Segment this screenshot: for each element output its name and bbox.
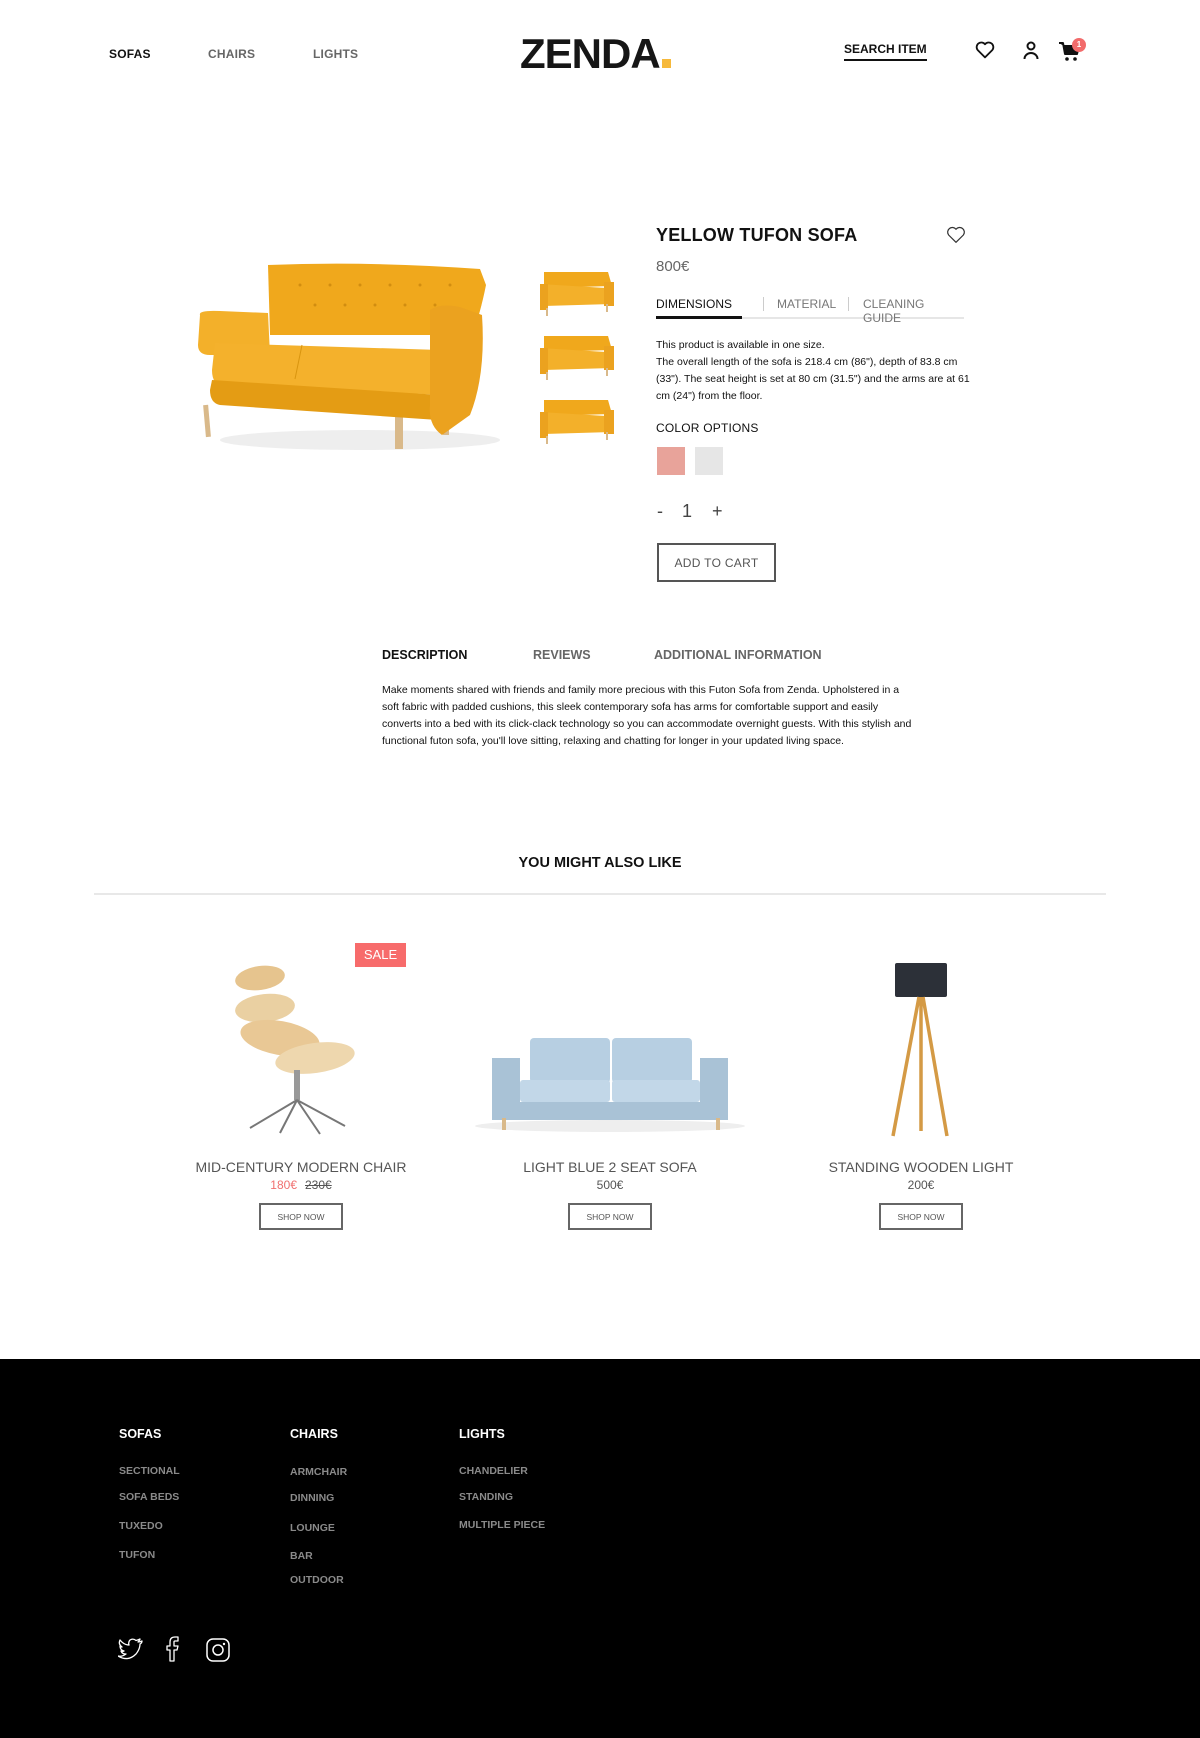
logo-dot bbox=[661, 59, 671, 68]
dimensions-line-2: The overall length of the sofa is 218.4 … bbox=[656, 356, 970, 402]
tab-dimensions[interactable]: DIMENSIONS bbox=[656, 297, 732, 311]
product-card-name[interactable]: MID-CENTURY MODERN CHAIR bbox=[141, 1159, 461, 1175]
footer-link[interactable]: TUXEDO bbox=[119, 1520, 163, 1532]
footer-link[interactable]: STANDING bbox=[459, 1491, 513, 1503]
tab-description[interactable]: DESCRIPTION bbox=[382, 648, 467, 662]
quantity-increase-button[interactable]: + bbox=[712, 501, 723, 522]
thumbnail-2[interactable] bbox=[536, 330, 618, 387]
shop-now-button[interactable]: SHOP NOW bbox=[879, 1203, 963, 1230]
original-price: 230€ bbox=[305, 1178, 332, 1192]
add-to-cart-button[interactable]: ADD TO CART bbox=[657, 543, 776, 582]
dimensions-line-1: This product is available in one size. bbox=[656, 339, 825, 351]
color-swatch-pink[interactable] bbox=[657, 447, 685, 475]
footer-link[interactable]: SOFA BEDS bbox=[119, 1491, 179, 1503]
footer-link[interactable]: MULTIPLE PIECE bbox=[459, 1519, 545, 1531]
site-footer: SOFAS SECTIONAL SOFA BEDS TUXEDO TUFON C… bbox=[0, 1359, 1200, 1738]
product-card-price: 180€ 230€ bbox=[141, 1178, 461, 1192]
logo-text: ZENDA bbox=[520, 30, 661, 77]
footer-link[interactable]: OUTDOOR bbox=[290, 1574, 344, 1586]
heart-icon[interactable] bbox=[975, 41, 995, 64]
tab-additional-information[interactable]: ADDITIONAL INFORMATION bbox=[654, 648, 822, 662]
product-info-tabs: DIMENSIONS MATERIAL CLEANING GUIDE bbox=[656, 297, 964, 325]
product-title: YELLOW TUFON SOFA bbox=[656, 225, 858, 245]
shop-now-button[interactable]: SHOP NOW bbox=[259, 1203, 343, 1230]
dimensions-text: This product is available in one size. T… bbox=[656, 337, 976, 405]
twitter-icon[interactable] bbox=[117, 1638, 144, 1665]
footer-link[interactable]: SECTIONAL bbox=[119, 1465, 180, 1477]
nav-chairs[interactable]: CHAIRS bbox=[208, 47, 255, 61]
quantity-value[interactable]: 1 bbox=[682, 501, 692, 522]
thumbnail-1[interactable] bbox=[536, 266, 618, 323]
footer-link[interactable]: BAR bbox=[290, 1550, 313, 1562]
footer-link[interactable]: LOUNGE bbox=[290, 1522, 335, 1534]
nav-sofas[interactable]: SOFAS bbox=[109, 47, 151, 61]
tab-material[interactable]: MATERIAL bbox=[777, 297, 836, 311]
user-icon[interactable] bbox=[1023, 41, 1039, 66]
logo[interactable]: ZENDA bbox=[520, 30, 671, 78]
color-options-label: COLOR OPTIONS bbox=[656, 421, 759, 435]
tab-divider bbox=[763, 297, 764, 311]
product-description: Make moments shared with friends and fam… bbox=[382, 684, 912, 747]
footer-link[interactable]: DINNING bbox=[290, 1492, 334, 1504]
thumbnail-3[interactable] bbox=[536, 394, 618, 451]
product-card-name[interactable]: LIGHT BLUE 2 SEAT SOFA bbox=[450, 1159, 770, 1175]
footer-link[interactable]: ARMCHAIR bbox=[290, 1466, 347, 1478]
tab-cleaning-guide[interactable]: CLEANING GUIDE bbox=[863, 297, 964, 325]
facebook-icon[interactable] bbox=[165, 1636, 179, 1667]
tab-reviews[interactable]: REVIEWS bbox=[533, 648, 591, 662]
blue-sofa-product-image[interactable] bbox=[470, 1030, 750, 1140]
wishlist-heart-icon[interactable] bbox=[946, 226, 966, 249]
shop-now-button[interactable]: SHOP NOW bbox=[568, 1203, 652, 1230]
footer-link[interactable]: CHANDELIER bbox=[459, 1465, 528, 1477]
cart-count-badge: 1 bbox=[1072, 38, 1086, 52]
quantity-decrease-button[interactable]: - bbox=[657, 501, 663, 522]
footer-heading-lights[interactable]: LIGHTS bbox=[459, 1427, 505, 1441]
section-divider bbox=[94, 893, 1106, 895]
color-swatch-grey[interactable] bbox=[695, 447, 723, 475]
product-price: 800€ bbox=[656, 258, 690, 275]
product-card-name[interactable]: STANDING WOODEN LIGHT bbox=[761, 1159, 1081, 1175]
sale-price: 180€ bbox=[270, 1178, 297, 1192]
search-link[interactable]: SEARCH ITEM bbox=[844, 42, 927, 61]
footer-heading-sofas[interactable]: SOFAS bbox=[119, 1427, 161, 1441]
recommendations-title: YOU MIGHT ALSO LIKE bbox=[518, 855, 682, 871]
product-card-price: 500€ bbox=[596, 1178, 624, 1192]
instagram-icon[interactable] bbox=[206, 1638, 230, 1667]
footer-link[interactable]: TUFON bbox=[119, 1549, 155, 1561]
tab-divider bbox=[848, 297, 849, 311]
main-product-image bbox=[190, 255, 510, 460]
footer-heading-chairs[interactable]: CHAIRS bbox=[290, 1427, 338, 1441]
chair-product-image[interactable] bbox=[220, 958, 380, 1141]
nav-lights[interactable]: LIGHTS bbox=[313, 47, 358, 61]
product-card-price: 200€ bbox=[907, 1178, 935, 1192]
floor-lamp-product-image[interactable] bbox=[885, 961, 955, 1144]
active-tab-indicator bbox=[656, 316, 742, 319]
